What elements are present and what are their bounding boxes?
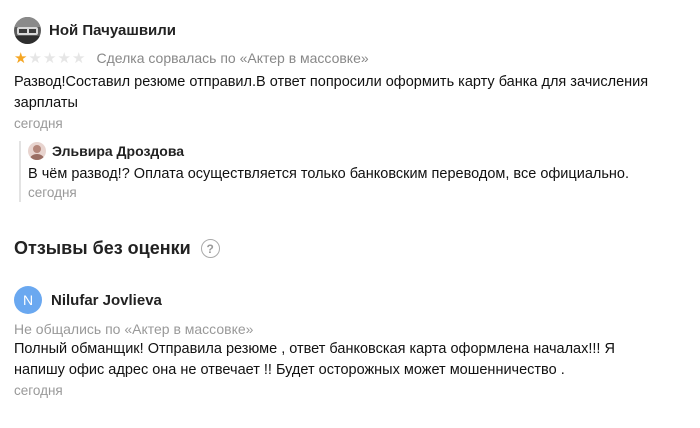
review-reply: Эльвира Дроздова В чём развод!? Оплата о… [19,141,659,202]
deal-status: Не общались по «Актер в массовке» [14,321,254,337]
review-author-row: N Nilufar Jovlieva [14,286,686,314]
review-author-name[interactable]: Nilufar Jovlieva [51,292,162,309]
avatar[interactable] [28,142,46,160]
star-filled-icon: ★ [14,49,28,67]
section-title: Отзывы без оценки [14,238,191,258]
star-empty-icon: ★ [43,49,57,67]
star-empty-icon: ★ [72,49,86,67]
reply-author-row: Эльвира Дроздова [28,141,659,161]
deal-status: Сделка сорвалась по «Актер в массовке» [96,50,369,66]
star-rating: ★ ★ ★ ★ ★ [14,51,87,66]
review-card: Ной Пачуашвили ★ ★ ★ ★ ★ Сделка сорвалас… [14,16,686,131]
star-empty-icon: ★ [57,49,71,67]
help-icon[interactable]: ? [200,239,220,258]
avatar[interactable]: N [14,286,42,314]
review-text: Полный обманщик! Отправила резюме , отве… [14,341,615,378]
review-date: сегодня [14,116,63,131]
rating-row: ★ ★ ★ ★ ★ Сделка сорвалась по «Актер в м… [14,50,686,66]
star-empty-icon: ★ [28,49,42,67]
review-author-name[interactable]: Ной Пачуашвили [49,22,176,39]
section-header: Отзывы без оценки ? [14,238,220,259]
review-author-row: Ной Пачуашвили [14,16,686,44]
review-date: сегодня [14,383,63,398]
review-card: N Nilufar Jovlieva Не общались по «Актер… [14,286,686,398]
review-text: Развод!Составил резюме отправил.В ответ … [14,74,649,111]
reply-text: В чём развод!? Оплата осуществляется тол… [28,166,629,182]
reply-date: сегодня [28,185,77,200]
avatar[interactable] [14,16,41,44]
reply-author-name[interactable]: Эльвира Дроздова [52,143,184,159]
